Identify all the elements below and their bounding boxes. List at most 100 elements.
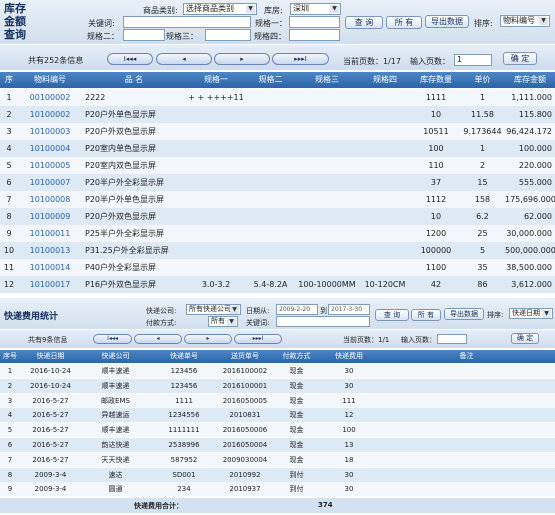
express-row[interactable]: 7 2016-5-27 天天快递 587952 2009030004 现金 18 — [0, 452, 555, 467]
all-button[interactable]: 所 有 — [386, 16, 422, 29]
spec1-input[interactable] — [289, 16, 340, 28]
exp-note — [378, 364, 555, 378]
express-query-button[interactable]: 查 询 — [375, 309, 409, 321]
exp-tracking: SD001 — [172, 470, 196, 479]
express-keyword-input[interactable] — [276, 316, 370, 327]
page-info: 当前页数：1/17 — [343, 57, 401, 66]
express-row[interactable]: 2 2016-10-24 顺丰速递 123456 2016100001 现金 30 — [0, 378, 555, 393]
row-qty: 10 — [430, 110, 442, 119]
express-prev-page-button[interactable]: ◂ — [134, 334, 182, 344]
express-col-index: 序号 — [3, 352, 17, 360]
row-material[interactable]: 10100008 — [19, 191, 81, 208]
row-material[interactable]: 10100013 — [19, 242, 81, 259]
query-button[interactable]: 查 询 — [345, 16, 383, 29]
row-spec3 — [296, 259, 358, 276]
chevron-down-icon: ▼ — [227, 318, 236, 326]
express-row[interactable]: 9 2009-3-4 圆通 234 2010937 到付 30 — [0, 482, 555, 497]
inventory-row[interactable]: 6 10100007 P20半户外全彩显示屏 37 15 555.000 — [0, 174, 555, 191]
express-date-from[interactable]: 2009-2-20 — [276, 304, 318, 315]
inventory-row[interactable]: 8 10100009 P20户外双色显示屏 10 6.2 62.000 — [0, 208, 555, 225]
row-spec4 — [359, 174, 411, 191]
exp-payment: 到付 — [289, 485, 304, 494]
inventory-row[interactable]: 1 00100002 2222 + + ++++11 1111 1 1,111.000 — [0, 89, 555, 106]
express-company-select[interactable]: 所有快递公司 ▼ — [186, 304, 241, 315]
express-date-to[interactable]: 2017-3-30 — [328, 304, 370, 315]
row-material[interactable]: 10100007 — [19, 174, 81, 191]
exp-delivery: 2016050004 — [222, 441, 268, 449]
inventory-row[interactable]: 9 10100011 P25半户外全彩显示屏 1200 25 30,000.000 — [0, 225, 555, 242]
express-row[interactable]: 1 2016-10-24 顺丰速递 123456 2016100002 现金 30 — [0, 364, 555, 378]
row-material[interactable]: 00100002 — [19, 89, 81, 106]
row-qty: 42 — [430, 280, 442, 289]
row-index: 6 — [6, 178, 12, 187]
row-spec1 — [187, 140, 245, 157]
keyword-input[interactable] — [123, 16, 251, 28]
inventory-row[interactable]: 5 10100005 P20室内双色显示屏 110 2 220.000 — [0, 157, 555, 174]
row-material[interactable]: 10100002 — [19, 106, 81, 123]
exp-note — [378, 394, 555, 408]
row-name: P16户外双色显示屏 — [85, 280, 157, 289]
row-index: 5 — [6, 161, 12, 170]
express-export-button[interactable]: 导出数据 — [444, 308, 484, 320]
warehouse-select[interactable]: 深圳 ▼ — [290, 3, 341, 15]
express-row[interactable]: 5 2016-5-27 顺丰速递 1111111 2016050006 现金 100 — [0, 423, 555, 438]
category-select[interactable]: 选择商品类别 ▼ — [183, 3, 257, 15]
row-material[interactable]: 10100011 — [19, 225, 81, 242]
exp-note — [378, 482, 555, 496]
row-price: 2 — [479, 161, 486, 170]
row-index: 3 — [6, 127, 12, 136]
express-sum-value: 374 — [318, 501, 333, 509]
row-material[interactable]: 10100009 — [19, 208, 81, 225]
sort-select[interactable]: 物料编号 ▼ — [500, 15, 550, 27]
row-material[interactable]: 10100005 — [19, 157, 81, 174]
col-header-name: 品 名 — [124, 75, 144, 84]
next-page-button[interactable]: ▸ — [214, 53, 270, 65]
chevron-down-icon: ▼ — [330, 5, 339, 13]
express-last-page-button[interactable]: ▸▸▸I — [234, 334, 282, 344]
inventory-row[interactable]: 11 10100014 P40户外全彩显示屏 1100 35 38,500.000 — [0, 259, 555, 276]
express-row[interactable]: 4 2016-5-27 异越速运 1234556 2010831 现金 12 — [0, 408, 555, 423]
express-pay-select[interactable]: 所有 ▼ — [208, 316, 238, 327]
exp-date: 2016-5-27 — [32, 441, 69, 449]
express-goto-ok-button[interactable]: 确 定 — [511, 333, 539, 344]
prev-page-button[interactable]: ◂ — [156, 53, 212, 65]
spec3-input[interactable] — [205, 29, 251, 41]
col-header-spec2: 规格二 — [258, 75, 283, 84]
row-spec1: + + ++++11 — [188, 93, 244, 102]
spec4-input[interactable] — [289, 29, 340, 41]
row-material[interactable]: 10100014 — [19, 259, 81, 276]
chevron-down-icon: ▼ — [246, 5, 255, 13]
row-spec1: 3.0-3.2 — [201, 280, 231, 289]
category-select-value: 选择商品类别 — [186, 4, 234, 13]
last-page-button[interactable]: ▸▸▸I — [272, 53, 329, 65]
first-page-button[interactable]: I◂◂◂ — [107, 53, 153, 65]
inventory-row[interactable]: 2 10100002 P20户外单色显示屏 10 11.58 115.800 — [0, 106, 555, 123]
row-material[interactable]: 10100003 — [19, 123, 81, 140]
goto-page-input[interactable]: 1 — [454, 54, 492, 66]
row-spec4 — [359, 89, 411, 106]
inventory-row[interactable]: 7 10100008 P20半户外单色显示屏 1112 158 175,696.000 — [0, 191, 555, 208]
row-material[interactable]: 10100017 — [19, 276, 81, 293]
express-goto-input[interactable] — [437, 334, 467, 344]
row-amount: 115.800 — [518, 110, 552, 119]
spec4-label: 规格四： — [254, 32, 286, 41]
row-price: 9.173644 — [463, 127, 502, 136]
inventory-row[interactable]: 4 10100004 P20室内单色显示屏 100 1 100.000 — [0, 140, 555, 157]
express-next-page-button[interactable]: ▸ — [184, 334, 232, 344]
express-all-button[interactable]: 所 有 — [411, 309, 441, 321]
export-button[interactable]: 导出数据 — [425, 15, 469, 28]
inventory-row[interactable]: 3 10100003 P20户外双色显示屏 10511 9.173644 96,424.1… — [0, 123, 555, 140]
row-name: P20户外单色显示屏 — [85, 110, 157, 119]
inventory-row[interactable]: 12 10100017 P16户外双色显示屏 3.0-3.2 5.4-8.2A 100-1… — [0, 276, 555, 293]
row-name: P20户外双色显示屏 — [85, 127, 157, 136]
inventory-row[interactable]: 10 10100013 P31.25户外全彩显示屏 100000 5 500,000.00… — [0, 242, 555, 259]
spec2-input[interactable] — [123, 29, 165, 41]
express-row[interactable]: 6 2016-5-27 韵达快递 2538996 2016050004 现金 13 — [0, 438, 555, 452]
express-sort-select[interactable]: 快递日期 ▼ — [509, 308, 553, 319]
express-row[interactable]: 8 2009-3-4 速达 SD001 2010992 到付 30 — [0, 467, 555, 482]
express-section-title: 快递费用统计 — [4, 312, 59, 322]
goto-ok-button[interactable]: 确 定 — [503, 52, 537, 65]
row-material[interactable]: 10100004 — [19, 140, 81, 157]
express-row[interactable]: 3 2016-5-27 邮政EMS 1111 2016050005 现金 111 — [0, 393, 555, 408]
express-first-page-button[interactable]: I◂◂◂ — [93, 334, 132, 344]
